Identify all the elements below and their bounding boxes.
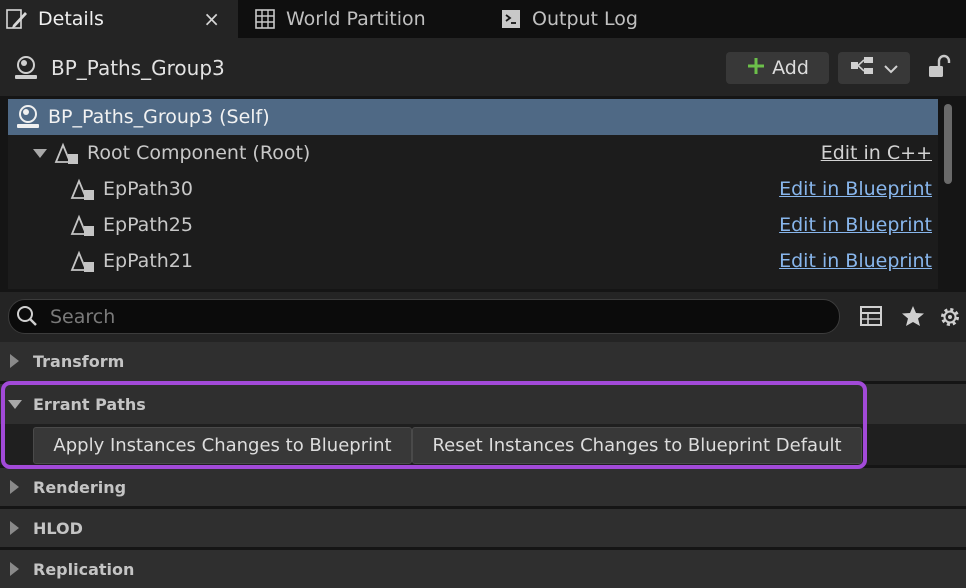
tab-label: Output Log: [532, 8, 638, 30]
tree-item-self[interactable]: BP_Paths_Group3 (Self): [8, 99, 938, 135]
close-icon[interactable]: ×: [203, 7, 220, 31]
add-label: Add: [772, 57, 809, 79]
actor-icon: [14, 103, 42, 136]
actor-icon: [12, 54, 40, 86]
settings-gear-icon[interactable]: [938, 305, 962, 333]
scene-component-icon: [70, 248, 96, 279]
category-errant-paths[interactable]: Errant Paths: [0, 384, 966, 424]
reset-instance-changes-button[interactable]: Reset Instances Changes to Blueprint Def…: [412, 427, 862, 464]
tab-world-partition[interactable]: World Partition: [252, 0, 482, 38]
category-label: Errant Paths: [33, 394, 146, 414]
edit-in-cpp-link[interactable]: Edit in C++: [821, 142, 932, 164]
category-replication[interactable]: Replication: [0, 550, 966, 588]
expand-arrow-icon[interactable]: [10, 480, 19, 494]
edit-in-blueprint-link[interactable]: Edit in Blueprint: [779, 178, 932, 200]
expand-arrow-icon[interactable]: [10, 562, 19, 576]
unlock-icon[interactable]: [926, 54, 952, 84]
category-label: Rendering: [33, 477, 127, 497]
apply-instance-changes-button[interactable]: Apply Instances Changes to Blueprint: [33, 427, 412, 464]
tree-item-root-component[interactable]: Root Component (Root) Edit in C++: [8, 135, 938, 171]
tab-label: Details: [38, 8, 104, 30]
actor-name: BP_Paths_Group3: [51, 56, 225, 80]
tree-item-label: BP_Paths_Group3 (Self): [48, 106, 270, 128]
collapse-arrow-icon[interactable]: [8, 400, 22, 409]
plus-icon: [746, 55, 766, 81]
tree-item-label: EpPath21: [103, 250, 193, 272]
category-rendering[interactable]: Rendering: [0, 468, 966, 506]
favorites-star-icon[interactable]: [901, 305, 925, 331]
table-view-icon[interactable]: [860, 305, 882, 331]
search-input[interactable]: [48, 300, 832, 334]
tree-item-eppath30[interactable]: EpPath30 Edit in Blueprint: [8, 171, 938, 207]
tree-item-eppath21[interactable]: EpPath21 Edit in Blueprint: [8, 243, 938, 279]
scene-component-icon: [70, 212, 96, 243]
edit-in-blueprint-link[interactable]: Edit in Blueprint: [779, 214, 932, 236]
details-pencil-icon: [4, 6, 30, 32]
expand-arrow-icon[interactable]: [33, 149, 47, 158]
tree-item-label: EpPath25: [103, 214, 193, 236]
tab-details[interactable]: Details ×: [0, 0, 238, 38]
expand-arrow-icon[interactable]: [10, 521, 19, 535]
add-component-button[interactable]: Add: [726, 52, 829, 84]
tree-item-label: Root Component (Root): [87, 142, 311, 164]
expand-arrow-icon[interactable]: [10, 354, 19, 368]
category-label: Transform: [33, 352, 125, 371]
scene-component-icon: [70, 176, 96, 207]
edit-in-blueprint-link[interactable]: Edit in Blueprint: [779, 250, 932, 272]
search-icon: [16, 305, 38, 331]
output-log-icon: [498, 6, 524, 32]
category-transform[interactable]: Transform: [0, 342, 966, 381]
category-hlod[interactable]: HLOD: [0, 509, 966, 547]
tree-item-label: EpPath30: [103, 178, 193, 200]
tree-scrollbar-thumb[interactable]: [944, 104, 952, 184]
blueprint-hierarchy-icon: [850, 56, 876, 80]
chevron-down-icon: [884, 59, 898, 78]
category-label: Replication: [33, 559, 135, 579]
world-partition-grid-icon: [252, 6, 278, 32]
scene-component-icon: [54, 140, 80, 171]
tab-label: World Partition: [286, 8, 426, 30]
tree-item-eppath25[interactable]: EpPath25 Edit in Blueprint: [8, 207, 938, 243]
components-tree: BP_Paths_Group3 (Self) Root Component (R…: [8, 99, 938, 289]
blueprint-options-button[interactable]: [838, 52, 910, 84]
tab-output-log[interactable]: Output Log: [498, 0, 698, 38]
category-label: HLOD: [33, 518, 83, 538]
